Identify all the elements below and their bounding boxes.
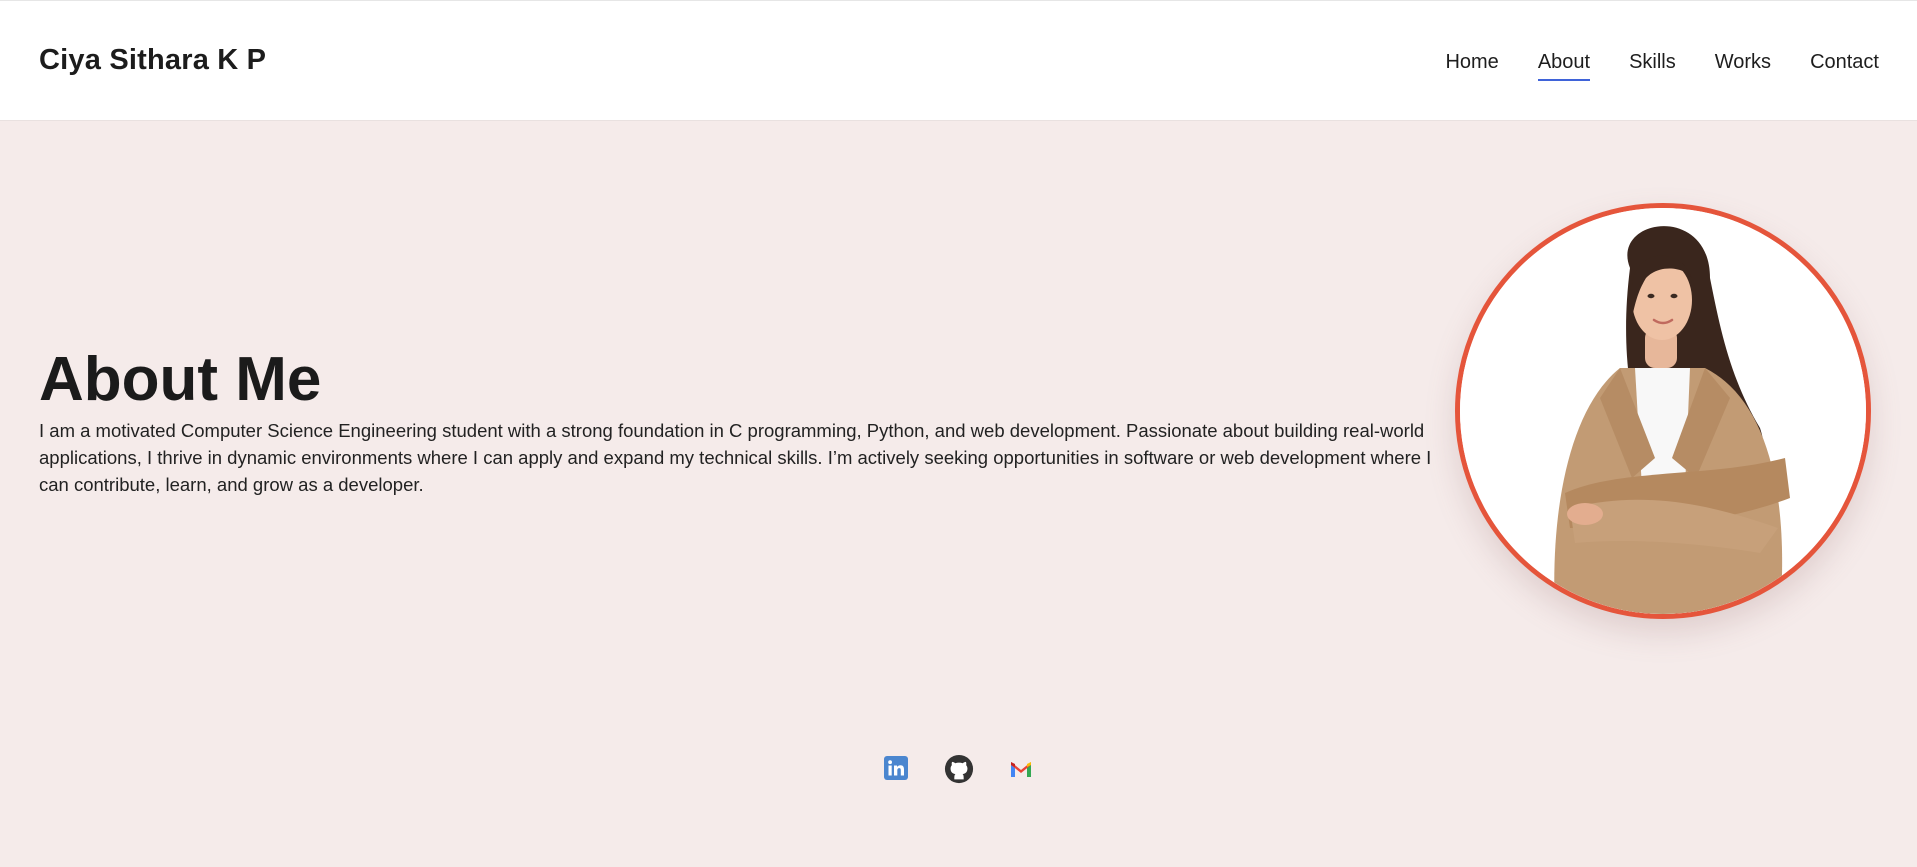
social-links [882,752,1036,786]
nav-contact-link[interactable]: Contact [1810,51,1879,80]
nav-skills-link[interactable]: Skills [1629,51,1676,80]
github-icon[interactable] [944,752,974,786]
main-nav: Home About Skills Works Contact [1445,51,1879,81]
linkedin-icon[interactable] [882,752,912,786]
nav-works-link[interactable]: Works [1715,51,1771,80]
gmail-icon[interactable] [1006,752,1036,786]
about-title: About Me [39,345,322,414]
site-header: Ciya Sithara K P Home About Skills Works… [0,0,1917,121]
nav-home-link[interactable]: Home [1445,51,1498,80]
about-section: About Me I am a motivated Computer Scien… [39,345,1449,498]
nav-about-link[interactable]: About [1537,51,1591,81]
about-description: I am a motivated Computer Science Engine… [39,420,1432,495]
profile-photo [1455,203,1871,619]
profile-photo-illustration [1460,208,1866,614]
site-logo-text[interactable]: Ciya Sithara K P [39,44,266,77]
